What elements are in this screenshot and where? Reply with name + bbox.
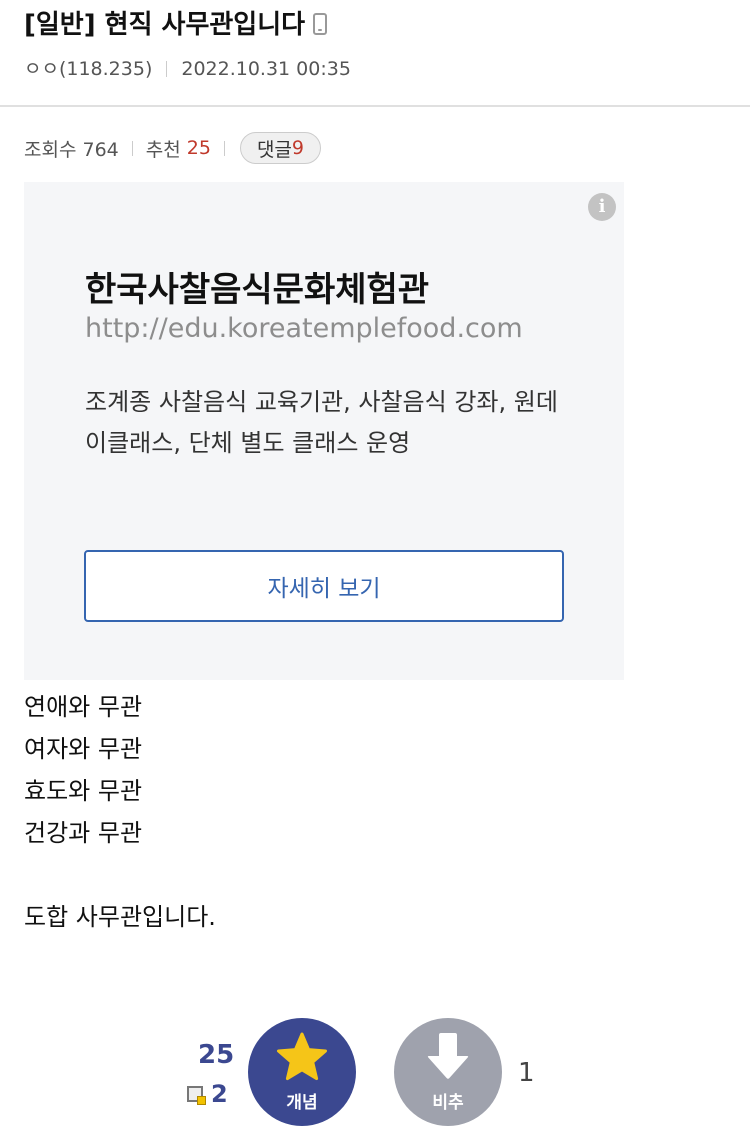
ad-url[interactable]: http://edu.koreatemplefood.com (85, 313, 523, 344)
down-arrow-icon (427, 1032, 469, 1079)
post-date: 2022.10.31 00:35 (181, 58, 351, 80)
downvote-count: 1 (518, 1058, 535, 1088)
recommend-label: 추천 (145, 138, 181, 161)
body-line: 여자와 무관 (24, 735, 143, 763)
meta-divider (166, 61, 168, 77)
comment-count: 9 (291, 137, 305, 159)
post-stats: 조회수 764 추천 25 댓글 9 (24, 132, 322, 164)
stats-divider (131, 140, 133, 156)
downvote-button[interactable]: 비추 (394, 1018, 502, 1126)
stats-divider (223, 140, 225, 156)
body-line: 도합 사무관입니다. (24, 903, 216, 931)
ad-detail-button[interactable]: 자세히 보기 (84, 550, 564, 622)
vote-area: 25 2 개념 비추 1 (0, 1012, 750, 1145)
view-count: 조회수 764 (24, 138, 119, 161)
header-divider (0, 105, 750, 107)
mobile-icon (313, 13, 328, 35)
upvote-count: 25 (198, 1040, 235, 1070)
comment-label: 댓글 (256, 138, 292, 161)
post-title: [일반] 현직 사무관입니다 (24, 10, 306, 40)
recommend-count: 25 (186, 137, 211, 159)
ad-description: 조계종 사찰음식 교육기관, 사찰음식 강좌, 원데이클래스, 단체 별도 클래… (85, 388, 558, 457)
info-icon[interactable]: i (588, 193, 616, 221)
downvote-label: 비추 (432, 1092, 464, 1113)
comment-count-button[interactable]: 댓글 9 (239, 132, 322, 164)
star-icon (277, 1032, 327, 1080)
body-line: 연애와 무관 (24, 693, 143, 721)
body-line-blank (24, 854, 216, 896)
body-line: 효도와 무관 (24, 777, 143, 805)
ad-title[interactable]: 한국사찰음식문화체험관 (85, 262, 429, 311)
post-meta: ㅇㅇ(118.235) 2022.10.31 00:35 (24, 54, 351, 81)
author-name[interactable]: ㅇㅇ(118.235) (24, 58, 152, 80)
fixed-recommend-icon (187, 1086, 206, 1105)
post-title-row: [일반] 현직 사무관입니다 (24, 4, 328, 41)
upvote-label: 개념 (286, 1092, 318, 1113)
upvote-button[interactable]: 개념 (248, 1018, 356, 1126)
fixed-recommend-count: 2 (211, 1080, 228, 1108)
fixed-recommend: 2 (187, 1080, 228, 1108)
post-body: 연애와 무관 여자와 무관 효도와 무관 건강과 무관 도합 사무관입니다. (24, 686, 216, 938)
ad-banner[interactable]: i 한국사찰음식문화체험관 http://edu.koreatemplefood… (24, 182, 624, 680)
body-line: 건강과 무관 (24, 819, 143, 847)
